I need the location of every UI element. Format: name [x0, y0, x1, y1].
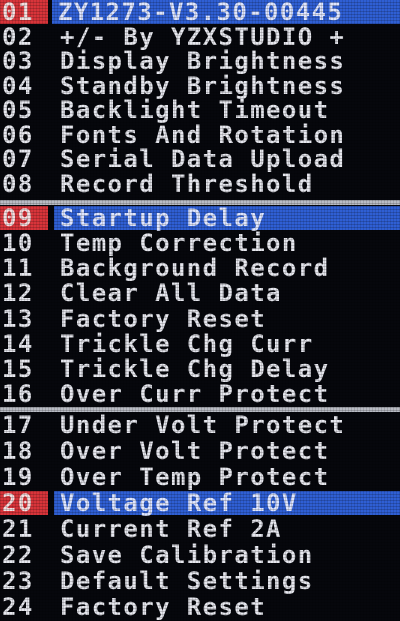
menu-item-label: Clear All Data [60, 279, 282, 308]
menu-item-label: Voltage Ref 10V [54, 491, 400, 515]
menu-item-label: Current Ref 2A [60, 515, 282, 543]
menu-item[interactable]: 11 Background Record [0, 256, 400, 281]
menu-item-label: Trickle Chg Delay [60, 355, 330, 384]
menu-page-3: 17 Under Volt Protect 18 Over Volt Protect 1… [0, 412, 400, 621]
menu-item-label: Temp Correction [60, 228, 298, 257]
menu-item-number: 22 [2, 541, 34, 569]
menu-item-number: 13 [2, 304, 34, 333]
menu-item-number: 09 [0, 205, 48, 230]
menu-item-number: 06 [2, 120, 34, 149]
menu-item-number: 04 [2, 71, 34, 100]
menu-item-number: 07 [2, 145, 34, 174]
menu-item-label: Serial Data Upload [60, 145, 346, 174]
menu-item-label: ZY1273-V3.30-00445 [52, 0, 400, 25]
menu-item[interactable]: 05 Backlight Timeout [0, 98, 400, 123]
menu-item-label: Default Settings [60, 567, 314, 595]
menu-item[interactable]: 04 Standby Brightness [0, 74, 400, 99]
menu-item-label: Under Volt Protect [60, 412, 346, 439]
menu-item-number: 21 [2, 515, 34, 543]
menu-item-label: Trickle Chg Curr [60, 329, 314, 358]
menu-item[interactable]: 08 Record Threshold [0, 172, 400, 197]
menu-item-label: Display Brightness [60, 47, 346, 76]
menu-item-label: Startup Delay [54, 205, 400, 230]
menu-item[interactable]: 03 Display Brightness [0, 49, 400, 74]
menu-item-number: 14 [2, 329, 34, 358]
menu-item[interactable]: 13 Factory Reset [0, 306, 400, 331]
menu-item[interactable]: 10 Temp Correction [0, 230, 400, 255]
menu-item-number: 02 [2, 22, 34, 51]
menu-item-number: 23 [2, 567, 34, 595]
menu-item[interactable]: 20 Voltage Ref 10V [0, 490, 400, 516]
menu-item-label: Backlight Timeout [60, 96, 330, 125]
menu-item-label: Factory Reset [60, 304, 267, 333]
menu-item[interactable]: 15 Trickle Chg Delay [0, 357, 400, 382]
menu-page-2: 09 Startup Delay 10 Temp Correction 11 Backgr… [0, 205, 400, 407]
menu-page-1: 01 ZY1273-V3.30-00445 02 +/- By YZXSTUDIO +… [0, 0, 400, 200]
menu-item[interactable]: 22 Save Calibration [0, 542, 400, 568]
menu-item-number: 24 [2, 593, 34, 621]
menu-item-number: 11 [2, 254, 34, 283]
menu-item-label: Fonts And Rotation [60, 120, 346, 149]
menu-item-number: 12 [2, 279, 34, 308]
menu-item-number: 16 [2, 380, 34, 407]
menu-item[interactable]: 16 Over Curr Protect [0, 382, 400, 407]
menu-item-number: 19 [2, 463, 34, 491]
menu-item-label: Save Calibration [60, 541, 314, 569]
menu-item[interactable]: 23 Default Settings [0, 568, 400, 594]
menu-item-number: 15 [2, 355, 34, 384]
menu-item-number: 03 [2, 47, 34, 76]
menu-item-number: 01 [0, 0, 48, 25]
menu-item-label: Record Threshold [60, 169, 314, 198]
menu-item[interactable]: 02 +/- By YZXSTUDIO + [0, 25, 400, 50]
menu-item[interactable]: 12 Clear All Data [0, 281, 400, 306]
menu-item-label: Over Volt Protect [60, 437, 330, 465]
menu-item-number: 10 [2, 228, 34, 257]
firmware-version-item[interactable]: 01 ZY1273-V3.30-00445 [0, 0, 400, 25]
menu-item[interactable]: 24 Factory Reset [0, 594, 400, 620]
menu-item[interactable]: 19 Over Temp Protect [0, 464, 400, 490]
menu-item[interactable]: 18 Over Volt Protect [0, 438, 400, 464]
menu-item-label: +/- By YZXSTUDIO + [60, 22, 346, 51]
menu-item-label: Over Curr Protect [60, 380, 330, 407]
menu-item-label: Factory Reset [60, 593, 267, 621]
menu-item[interactable]: 21 Current Ref 2A [0, 516, 400, 542]
menu-item[interactable]: 17 Under Volt Protect [0, 412, 400, 438]
menu-item[interactable]: 06 Fonts And Rotation [0, 123, 400, 148]
menu-item-label: Background Record [60, 254, 330, 283]
menu-item-label: Over Temp Protect [60, 463, 330, 491]
menu-item-number: 17 [2, 412, 34, 439]
menu-item-number: 20 [0, 491, 48, 515]
menu-item[interactable]: 07 Serial Data Upload [0, 147, 400, 172]
menu-item-number: 05 [2, 96, 34, 125]
menu-item[interactable]: 09 Startup Delay [0, 205, 400, 230]
menu-item[interactable]: 14 Trickle Chg Curr [0, 331, 400, 356]
menu-item-number: 08 [2, 169, 34, 198]
menu-item-label: Standby Brightness [60, 71, 346, 100]
device-menu-screen: 01 ZY1273-V3.30-00445 02 +/- By YZXSTUDIO +… [0, 0, 400, 621]
menu-item-number: 18 [2, 437, 34, 465]
